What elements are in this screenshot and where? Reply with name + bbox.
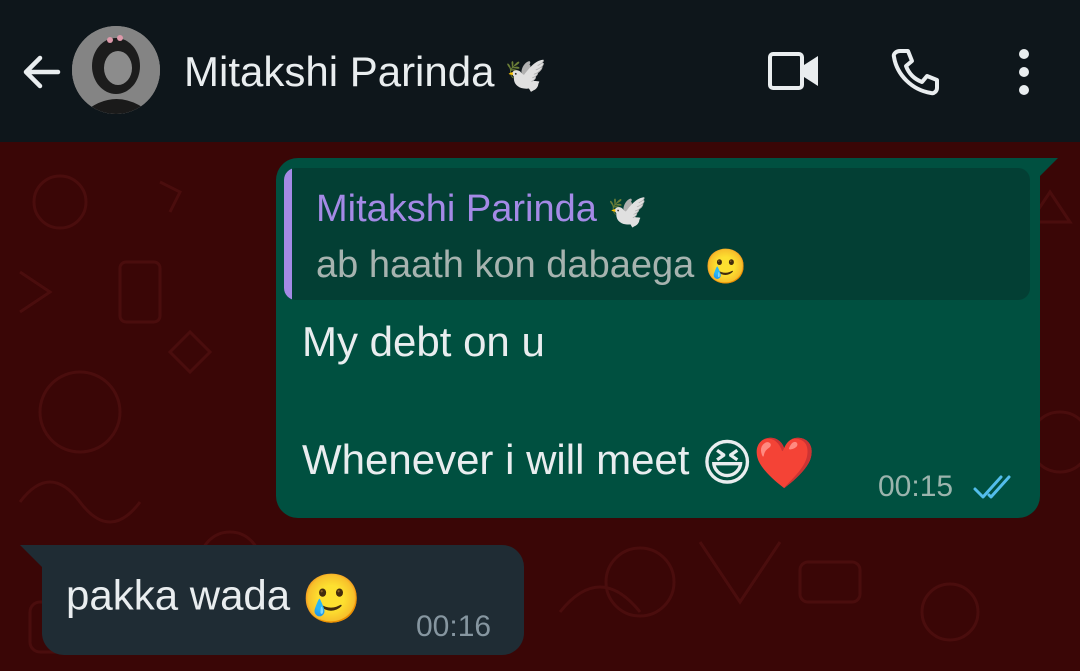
- incoming-message-text: pakka wada 🥲: [66, 570, 362, 627]
- quoted-sender-name: Mitakshi Parinda: [316, 188, 597, 230]
- chat-header: Mitakshi Parinda 🕊️: [0, 0, 1080, 142]
- dove-emoji: 🕊️: [504, 56, 547, 94]
- video-call-icon[interactable]: [766, 46, 822, 98]
- quoted-text: ab haath kon dabaega 🥲: [316, 244, 747, 287]
- incoming-emoji: 🥲: [301, 573, 362, 626]
- message-text-line2: Whenever i will meet 😆❤️: [302, 430, 816, 493]
- quoted-emoji: 🥲: [704, 247, 748, 286]
- message-timestamp: 00:15: [878, 470, 954, 503]
- contact-name[interactable]: Mitakshi Parinda 🕊️: [184, 46, 547, 101]
- message-text-line2-text: Whenever i will meet: [302, 436, 690, 483]
- incoming-message-text-body: pakka wada: [66, 571, 291, 619]
- voice-call-icon[interactable]: [888, 46, 944, 98]
- avatar-photo: [72, 26, 160, 114]
- back-arrow-icon[interactable]: [18, 48, 66, 96]
- read-receipt-icon: [973, 475, 1011, 499]
- incoming-message-timestamp: 00:16: [416, 610, 492, 643]
- quote-accent-bar: [284, 168, 292, 300]
- message-emojis: 😆❤️: [701, 434, 816, 491]
- quoted-dove-emoji: 🕊️: [607, 192, 648, 229]
- quoted-reply[interactable]: Mitakshi Parinda 🕊️ ab haath kon dabaega…: [284, 168, 1030, 300]
- contact-name-text: Mitakshi Parinda: [184, 48, 495, 95]
- quoted-message-text: ab haath kon dabaega: [316, 244, 695, 286]
- message-text-line1: My debt on u: [302, 318, 545, 365]
- avatar[interactable]: [72, 26, 160, 114]
- more-options-icon[interactable]: [996, 46, 1052, 98]
- quoted-sender: Mitakshi Parinda 🕊️: [316, 188, 647, 231]
